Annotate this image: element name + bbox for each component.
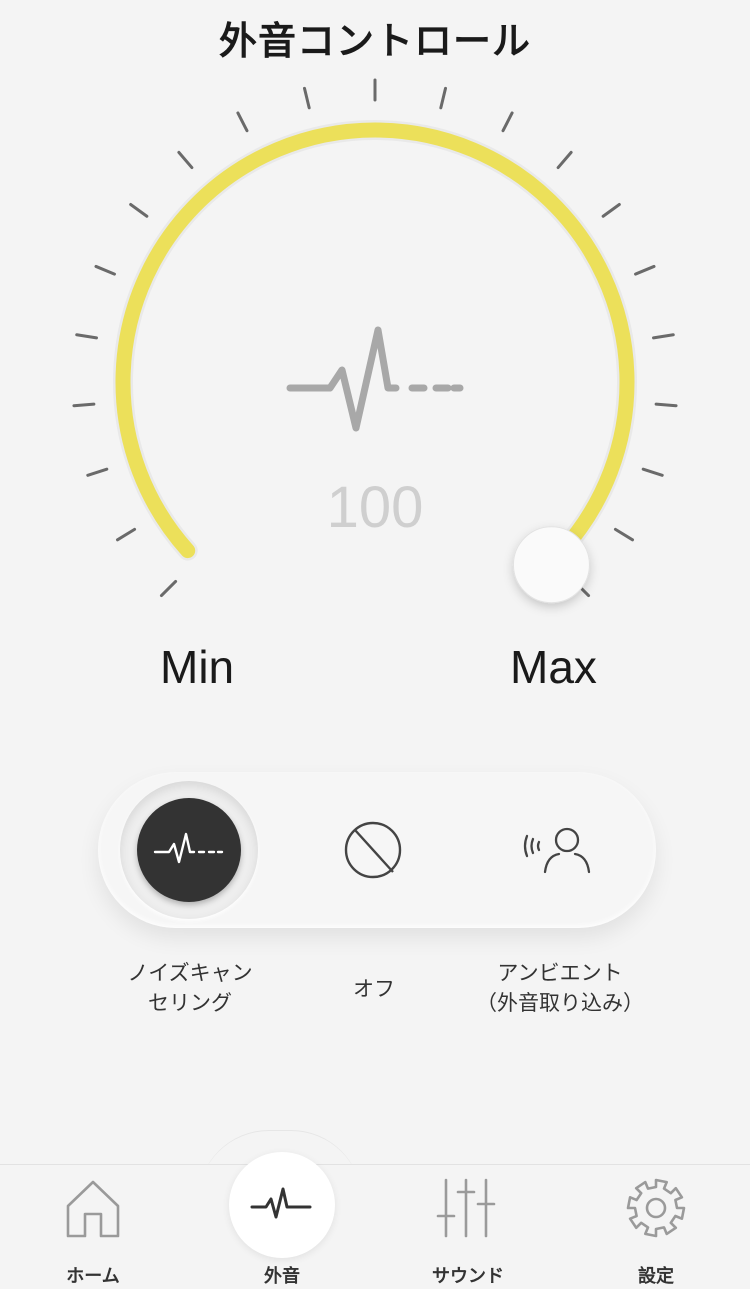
wave-icon [250,1187,312,1219]
tab-home[interactable]: ホーム [18,1170,168,1288]
dial-tick [72,402,96,408]
mode-off-label: オフ [353,977,395,1001]
tab-active-circle [229,1152,335,1258]
dial-tick [177,150,194,170]
mode-ambient-label: アンビエント （外音取り込み） [476,961,644,1015]
mode-ambient-button[interactable] [504,795,614,905]
dial-value: 100 [326,475,424,540]
dial-tick [159,579,178,598]
dial-tick [129,202,149,218]
tab-sound[interactable]: サウンド [393,1170,543,1288]
mode-noise-cancelling-label: ノイズキャン セリング [127,961,253,1015]
mode-selector [98,772,656,928]
dial-tick [236,111,249,133]
dial-max-label: Max [510,641,597,693]
dial-tick [501,111,514,133]
noise-wave-icon [286,326,464,432]
off-circle-slash-icon [344,821,402,879]
tab-sound-label: サウンド [432,1266,504,1287]
tab-external-sound-label: 外音 [264,1266,300,1287]
dial-tick [94,264,116,276]
tab-home-label: ホーム [66,1266,120,1287]
mode-off-button[interactable] [318,795,428,905]
volume-dial[interactable] [0,0,750,720]
home-icon [66,1180,120,1238]
dial-tick [634,264,656,276]
tab-external-sound[interactable]: 外音 [207,1152,357,1288]
tab-settings[interactable]: 設定 [581,1170,731,1288]
ambient-person-icon [523,827,591,874]
dial-min-label: Min [160,641,235,693]
noise-wave-icon [153,832,224,864]
dial-tick [652,333,675,340]
dial-tick [654,402,678,408]
gear-icon [626,1178,686,1238]
equalizer-sliders-icon [436,1178,496,1238]
dial-tick [302,86,311,110]
dial-tick [601,202,621,218]
dial-tick [439,86,448,110]
dial-tick [556,150,573,170]
mode-noise-cancelling-button[interactable] [120,781,258,919]
dial-tick [75,333,98,340]
tab-settings-label: 設定 [638,1266,674,1287]
